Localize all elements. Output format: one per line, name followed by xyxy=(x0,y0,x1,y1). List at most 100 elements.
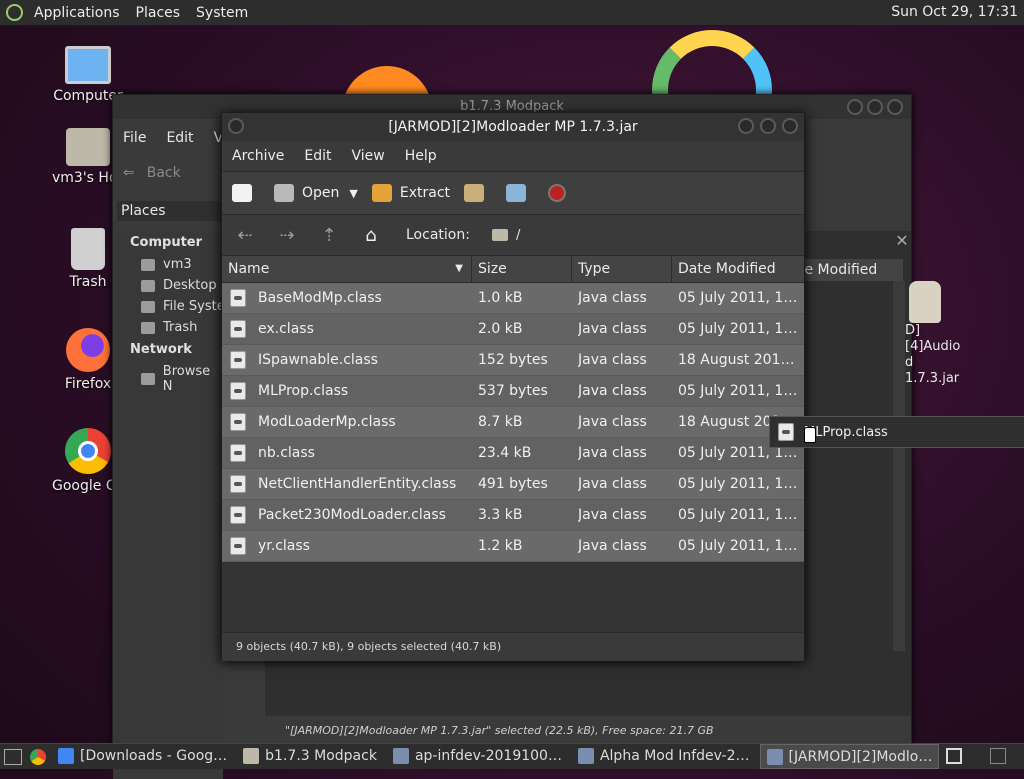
window-controls xyxy=(847,99,903,115)
taskbar-item[interactable]: b1.7.3 Modpack xyxy=(237,744,383,767)
cell-name: yr.class xyxy=(222,537,472,555)
cell-date: 05 July 2011, 14:32 xyxy=(672,383,802,399)
back-arrow-icon[interactable]: ⇠ xyxy=(232,225,258,246)
back-button[interactable]: ⇐ Back xyxy=(123,165,181,181)
table-row[interactable]: ModLoaderMp.class 8.7 kB Java class 18 Augu… xyxy=(222,407,804,438)
sidebar: Computer vm3 Desktop File System Trash N… xyxy=(113,231,223,779)
column-size[interactable]: Size xyxy=(472,256,572,282)
cell-date: 05 July 2011, 14:32 xyxy=(672,321,802,337)
home-folder-icon xyxy=(66,128,110,166)
menu-archive[interactable]: Archive xyxy=(226,148,290,164)
cell-text: BaseModMp.class xyxy=(258,290,382,306)
taskbar-item[interactable]: [JARMOD][2]Modlo… xyxy=(759,744,940,769)
window-controls xyxy=(738,118,798,134)
java-file-icon xyxy=(230,444,246,462)
home-icon xyxy=(141,258,155,271)
close-button[interactable] xyxy=(887,99,903,115)
applications-menu[interactable]: Applications xyxy=(26,5,128,21)
cell-text: 05 July 2011, 14:32 xyxy=(678,507,802,523)
clock[interactable]: Sun Oct 29, 17:31 xyxy=(891,4,1018,20)
column-date-modified[interactable]: te Modified xyxy=(799,259,903,281)
cell-date: 05 July 2011, 14:32 xyxy=(672,290,802,306)
workspace-2[interactable] xyxy=(990,748,1006,764)
table-row[interactable]: ISpawnable.class 152 bytes Java class 18 Au… xyxy=(222,345,804,376)
table-row[interactable]: ex.class 2.0 kB Java class 05 July 2011, 14… xyxy=(222,314,804,345)
sidebar-item-desktop[interactable]: Desktop xyxy=(113,275,223,296)
java-file-icon xyxy=(230,382,246,400)
window-icon xyxy=(577,747,594,764)
table-row[interactable]: Packet230ModLoader.class 3.3 kB Java class… xyxy=(222,500,804,531)
window-menu-button[interactable] xyxy=(228,118,244,134)
table-row[interactable]: MLProp.class 537 bytes Java class 05 July 2… xyxy=(222,376,804,407)
close-icon[interactable]: ✕ xyxy=(893,231,911,253)
column-type[interactable]: Type xyxy=(572,256,672,282)
table-row[interactable]: nb.class 23.4 kB Java class 05 July 2011, 1… xyxy=(222,438,804,469)
sidebar-item-trash[interactable]: Trash xyxy=(113,317,223,338)
minimize-button[interactable] xyxy=(847,99,863,115)
up-arrow-icon[interactable]: ⇡ xyxy=(316,225,342,246)
mate-logo-icon[interactable] xyxy=(6,4,23,21)
menu-help[interactable]: Help xyxy=(399,148,443,164)
menu-file[interactable]: File xyxy=(113,130,156,146)
sidebar-item-label: Trash xyxy=(163,320,198,335)
taskbar-item-label: ap-infdev-2019100… xyxy=(414,747,562,764)
chrome-icon xyxy=(65,428,111,474)
cell-text: 23.4 kB xyxy=(478,445,532,461)
cell-name: ISpawnable.class xyxy=(222,351,472,369)
places-selector[interactable]: Places xyxy=(117,201,223,221)
file-list[interactable]: BaseModMp.class 1.0 kB Java class 05 July 2… xyxy=(222,283,804,632)
cell-text: ISpawnable.class xyxy=(258,352,378,368)
workspace-1[interactable] xyxy=(946,748,962,764)
sidebar-item-vm3[interactable]: vm3 xyxy=(113,254,223,275)
desktop-icon-label: Firefox xyxy=(64,376,112,392)
open-button[interactable]: Open xyxy=(274,184,339,202)
stop-button[interactable] xyxy=(548,184,574,202)
menu-edit[interactable]: Edit xyxy=(156,130,203,146)
cell-text: 491 bytes xyxy=(478,476,548,492)
add-files-button[interactable] xyxy=(464,184,492,202)
minimize-button[interactable] xyxy=(738,118,754,134)
cell-size: 2.0 kB xyxy=(472,321,572,337)
taskbar-item[interactable]: Alpha Mod Infdev-2… xyxy=(572,744,756,767)
column-date[interactable]: Date Modified xyxy=(672,256,802,282)
cell-text: ModLoaderMp.class xyxy=(258,414,396,430)
table-row[interactable]: NetClientHandlerEntity.class 491 bytes Jav… xyxy=(222,469,804,500)
cell-type: Java class xyxy=(572,290,672,306)
cell-size: 3.3 kB xyxy=(472,507,572,523)
table-row[interactable]: yr.class 1.2 kB Java class 05 July 2011, 14… xyxy=(222,531,804,562)
cell-name: nb.class xyxy=(222,444,472,462)
chrome-launcher-icon[interactable] xyxy=(30,748,46,765)
close-button[interactable] xyxy=(782,118,798,134)
maximize-button[interactable] xyxy=(760,118,776,134)
places-menu[interactable]: Places xyxy=(128,5,189,21)
cell-text: 05 July 2011, 14:32 xyxy=(678,538,802,554)
column-name[interactable]: Name ▼ xyxy=(222,256,472,282)
system-menu[interactable]: System xyxy=(188,5,256,21)
home-icon[interactable]: ⌂ xyxy=(358,225,384,246)
computer-icon xyxy=(65,46,111,84)
new-archive-button[interactable] xyxy=(232,184,260,202)
taskbar-item[interactable]: [Downloads - Goog… xyxy=(52,744,233,767)
forward-arrow-icon[interactable]: ⇢ xyxy=(274,225,300,246)
cell-text: MLProp.class xyxy=(258,383,349,399)
table-row[interactable]: BaseModMp.class 1.0 kB Java class 05 July 2… xyxy=(222,283,804,314)
cell-text: 152 bytes xyxy=(478,352,548,368)
sidebar-item-filesystem[interactable]: File System xyxy=(113,296,223,317)
java-file-icon xyxy=(230,289,246,307)
show-desktop-icon[interactable] xyxy=(4,748,22,765)
location-field[interactable]: / xyxy=(491,222,792,248)
maximize-button[interactable] xyxy=(867,99,883,115)
menu-edit[interactable]: Edit xyxy=(298,148,337,164)
add-folder-button[interactable] xyxy=(506,184,534,202)
location-bar: ⇠ ⇢ ⇡ ⌂ Location: / xyxy=(222,215,804,256)
taskbar-item[interactable]: ap-infdev-2019100… xyxy=(387,744,568,767)
menu-view[interactable]: View xyxy=(346,148,391,164)
taskbar-item-label: [Downloads - Goog… xyxy=(80,747,228,764)
sidebar-item-browse-network[interactable]: Browse N xyxy=(113,361,223,397)
scrollbar[interactable] xyxy=(893,281,905,651)
jar-file-label[interactable]: D][4]Audio d 1.7.3.jar xyxy=(905,323,960,387)
cell-type: Java class xyxy=(572,321,672,337)
extract-button[interactable]: Extract xyxy=(371,184,450,202)
back-arrow-icon: ⇐ xyxy=(123,165,135,181)
open-dropdown-button[interactable]: ▼ xyxy=(349,187,357,200)
